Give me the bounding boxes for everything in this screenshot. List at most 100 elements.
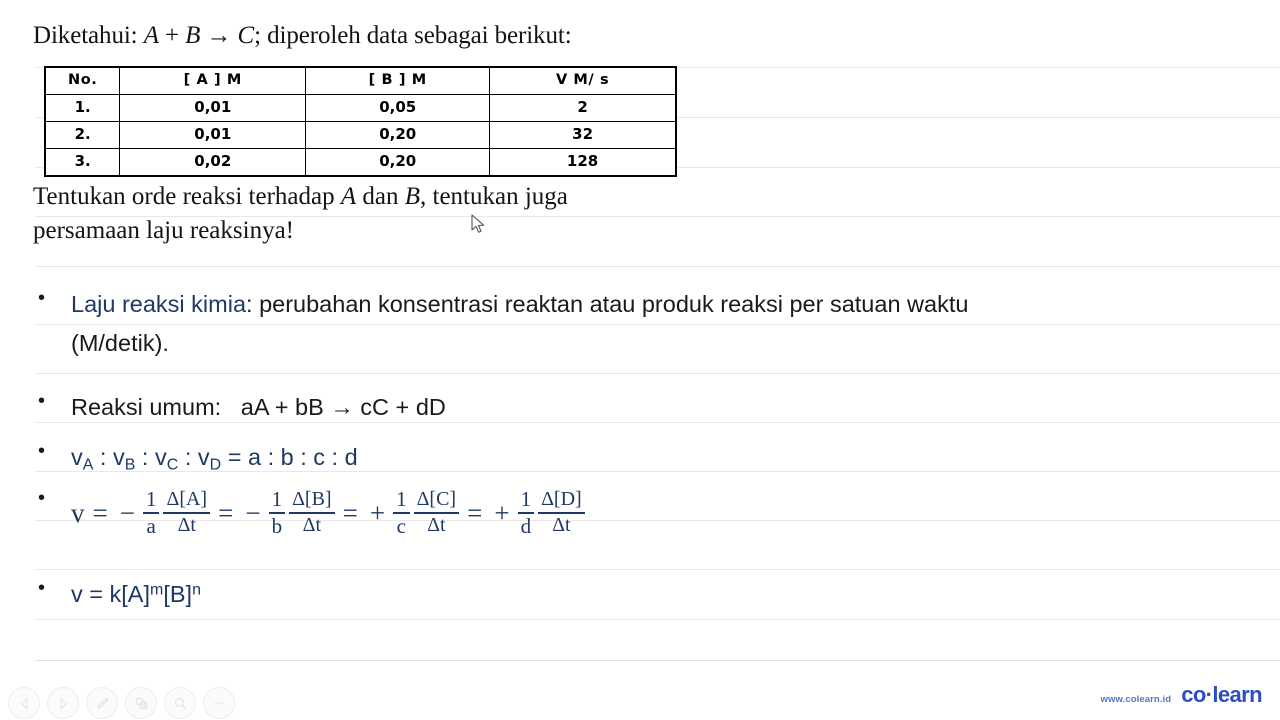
table-header-cell: V M/ s xyxy=(489,66,677,95)
bottom-toolbar[interactable] xyxy=(8,687,235,719)
bullet-marker: • xyxy=(38,487,46,509)
denominator: Δt xyxy=(302,513,322,536)
note-item-text: Laju reaksi kimia: perubahan konsentrasi… xyxy=(71,288,1248,321)
v-symbol: v xyxy=(155,444,167,470)
table-cell: 2 xyxy=(489,94,677,122)
fraction-one-over-d: 1 d xyxy=(517,487,535,537)
minus-sign: − xyxy=(119,497,135,528)
definition-text: : perubahan konsentrasi reaktan atau pro… xyxy=(246,291,969,317)
ratio-separator: : xyxy=(135,444,155,470)
fraction-delta-d-over-delta-t: Δ[D] Δt xyxy=(538,488,585,536)
note-item-reaksi-umum: • Reaksi umum: aA + bB → cC + dD xyxy=(33,391,733,424)
rule-line xyxy=(35,373,1280,374)
prompt-text-3: , tentukan juga xyxy=(420,183,568,210)
plus-sign: + xyxy=(369,497,386,528)
subscript-c: C xyxy=(166,456,179,474)
table-header-cell: [ B ] M xyxy=(305,66,491,95)
question-prompt: Tentukan orde reaksi terhadap A dan B, t… xyxy=(33,180,713,249)
exponent-m: m xyxy=(150,581,164,599)
plus-operator: + xyxy=(158,22,186,49)
note-item-rate-expression: • v = − 1 a Δ[A] Δt = − 1 b Δ[B] Δt = + … xyxy=(33,488,793,537)
table-row: 1. 0,01 0,05 2 xyxy=(44,94,677,122)
prompt-line-2: persamaan laju reaksinya! xyxy=(33,217,294,245)
subscript-d: D xyxy=(209,456,222,474)
question-block: Diketahui: A + B → C; diperoleh data seb… xyxy=(33,22,713,244)
next-button[interactable] xyxy=(47,687,79,719)
table-cell: 2. xyxy=(44,121,121,149)
bullet-marker: • xyxy=(38,287,46,309)
numerator: 1 xyxy=(145,487,157,511)
rule-line xyxy=(35,569,1280,570)
numerator: 1 xyxy=(271,487,283,511)
ratio-separator: : xyxy=(178,444,198,470)
previous-button[interactable] xyxy=(8,687,40,719)
general-reaction-equation: aA + bB → cC + dD xyxy=(240,394,446,420)
pen-button[interactable] xyxy=(86,687,118,719)
fraction-delta-b-over-delta-t: Δ[B] Δt xyxy=(289,488,335,536)
denominator: b xyxy=(271,513,283,538)
equals-sign: = xyxy=(218,497,234,528)
table-cell: 0,02 xyxy=(119,148,307,177)
more-button[interactable] xyxy=(203,687,235,719)
rate-law-part-1: v = k[A] xyxy=(71,581,151,607)
numerator: Δ[C] xyxy=(416,488,457,511)
equals-sign: = xyxy=(467,497,483,528)
note-item-text: Reaksi umum: aA + bB → cC + dD xyxy=(71,391,733,424)
pen-icon xyxy=(95,696,110,711)
note-item-rate-law: • v = k[A]m[B]n xyxy=(33,578,733,611)
rate-law-equation: v = k[A]m[B]n xyxy=(71,578,733,611)
plus-sign: + xyxy=(494,497,510,528)
v-symbol: v xyxy=(197,444,210,470)
prompt-text-2: dan xyxy=(356,183,405,210)
table-cell: 0,01 xyxy=(119,94,307,122)
brand-url: www.colearn.id xyxy=(1100,694,1172,705)
prompt-text-1: Tentukan orde reaksi terhadap xyxy=(33,183,341,210)
note-item-laju-reaksi: • Laju reaksi kimia: perubahan konsentra… xyxy=(33,288,1248,357)
fraction-one-over-a: 1 a xyxy=(142,487,160,537)
subscript-a: A xyxy=(82,456,94,474)
rate-ratio-equation: vA : vB : vC : vD = a : b : c : d xyxy=(71,441,733,474)
rule-line xyxy=(35,619,1280,620)
fraction-one-over-b: 1 b xyxy=(268,487,286,538)
numerator: 1 xyxy=(520,487,532,511)
denominator: Δt xyxy=(177,513,196,536)
shapes-button[interactable] xyxy=(125,687,157,719)
prompt-var-b: B xyxy=(404,183,421,210)
bottom-divider xyxy=(35,660,1280,661)
equals-sign: = xyxy=(92,497,108,528)
table-header-cell: No. xyxy=(44,66,121,95)
note-item-unit: (M/detik). xyxy=(71,330,169,357)
v-symbol: v xyxy=(71,444,83,470)
bullet-marker: • xyxy=(38,577,46,599)
table-cell: 0,05 xyxy=(305,94,491,122)
rule-line xyxy=(35,266,1280,267)
rate-expression-formula: v = − 1 a Δ[A] Δt = − 1 b Δ[B] Δt = + 1 … xyxy=(71,488,793,537)
product-c: C xyxy=(237,22,255,49)
table-header-row: No. [ A ] M [ B ] M V M/ s xyxy=(44,66,677,95)
brand-name: co·learn xyxy=(1181,682,1262,707)
table-cell: 32 xyxy=(489,121,677,149)
reactant-a: A xyxy=(143,22,159,49)
table-cell: 0,20 xyxy=(305,121,491,149)
denominator: Δt xyxy=(427,513,446,536)
ratio-values: = a : b : c : d xyxy=(221,444,358,470)
table-cell: 0,20 xyxy=(305,148,491,177)
exponent-n: n xyxy=(192,581,201,599)
numerator: 1 xyxy=(396,487,407,511)
table-cell: 1. xyxy=(44,94,121,122)
numerator: Δ[D] xyxy=(541,488,582,511)
question-title-suffix: ; diperoleh data sebagai berikut: xyxy=(254,22,572,49)
prompt-var-a: A xyxy=(340,183,357,210)
table-row: 2. 0,01 0,20 32 xyxy=(44,121,677,149)
zoom-button[interactable] xyxy=(164,687,196,719)
bullet-marker: • xyxy=(38,440,46,462)
brand-logo: www.colearn.id co·learn xyxy=(1100,682,1262,708)
term-laju-reaksi-kimia: Laju reaksi kimia xyxy=(71,291,247,317)
arrow-operator: → xyxy=(200,22,238,49)
magnifier-icon xyxy=(173,696,188,711)
numerator: Δ[A] xyxy=(166,488,208,511)
fraction-delta-a-over-delta-t: Δ[A] Δt xyxy=(163,488,211,536)
table-cell: 128 xyxy=(489,148,677,177)
equals-sign: = xyxy=(342,497,358,528)
numerator: Δ[B] xyxy=(292,488,332,511)
